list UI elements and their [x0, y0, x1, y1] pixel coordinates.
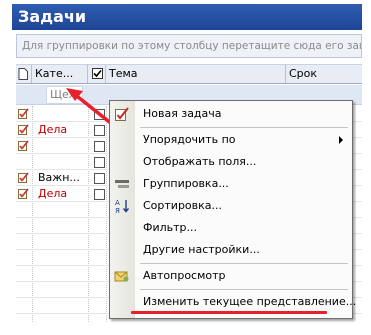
- group-icon: [115, 180, 129, 188]
- task-category: Дела: [38, 187, 68, 200]
- context-menu: Новая задача Упорядочить по Отображать п…: [109, 100, 356, 319]
- menu-item-sort[interactable]: A Я Сортировка...: [110, 195, 352, 217]
- checkbox-icon: [92, 68, 103, 79]
- menu-item-sort-by-group[interactable]: Упорядочить по: [110, 129, 352, 151]
- new-task-icon: [115, 107, 129, 121]
- column-header-subject[interactable]: Тема: [106, 65, 286, 83]
- svg-text:A: A: [115, 199, 120, 207]
- menu-item-filter[interactable]: Фильтр...: [110, 217, 352, 239]
- page-icon: [18, 68, 28, 80]
- submenu-arrow-icon: [339, 136, 343, 144]
- task-complete-checkbox[interactable]: [94, 109, 105, 120]
- task-icon: [18, 108, 29, 119]
- task-complete-checkbox[interactable]: [94, 173, 105, 184]
- group-by-box[interactable]: Для группировки по этому столбцу перетащ…: [16, 34, 362, 58]
- new-task-hint[interactable]: Щел.: [46, 86, 84, 104]
- svg-text:Я: Я: [115, 207, 120, 214]
- menu-separator: [140, 263, 348, 264]
- column-header-complete[interactable]: [88, 65, 106, 83]
- window-title: Задачи: [12, 4, 362, 30]
- menu-item-customize-view[interactable]: Изменить текущее представление...: [110, 291, 356, 313]
- menu-separator: [140, 289, 348, 290]
- task-icon: [18, 140, 29, 151]
- menu-item-group[interactable]: Группировка...: [110, 173, 352, 195]
- autopreview-icon: [114, 271, 129, 282]
- column-header-due[interactable]: Срок: [286, 65, 362, 83]
- task-icon: [18, 124, 29, 135]
- task-complete-checkbox[interactable]: [94, 157, 105, 168]
- menu-item-autopreview[interactable]: Автопросмотр: [110, 265, 352, 287]
- task-icon: [18, 188, 29, 199]
- annotation-underline: [131, 311, 327, 314]
- column-header-row: Кате... Тема Срок: [16, 64, 362, 84]
- task-category: Важн...: [38, 171, 80, 184]
- task-complete-checkbox[interactable]: [94, 125, 105, 136]
- column-header-icon[interactable]: [16, 65, 32, 83]
- column-header-category[interactable]: Кате...: [32, 65, 88, 83]
- menu-item-other-settings[interactable]: Другие настройки...: [110, 239, 352, 261]
- menu-separator: [140, 127, 348, 128]
- menu-item-show-fields[interactable]: Отображать поля...: [110, 151, 352, 173]
- menu-item-new-task[interactable]: Новая задача: [110, 103, 352, 125]
- task-category: Дела: [38, 123, 68, 136]
- task-complete-checkbox[interactable]: [94, 141, 105, 152]
- sort-az-icon: A Я: [115, 199, 130, 214]
- task-complete-checkbox[interactable]: [94, 189, 105, 200]
- task-icon: [18, 172, 29, 183]
